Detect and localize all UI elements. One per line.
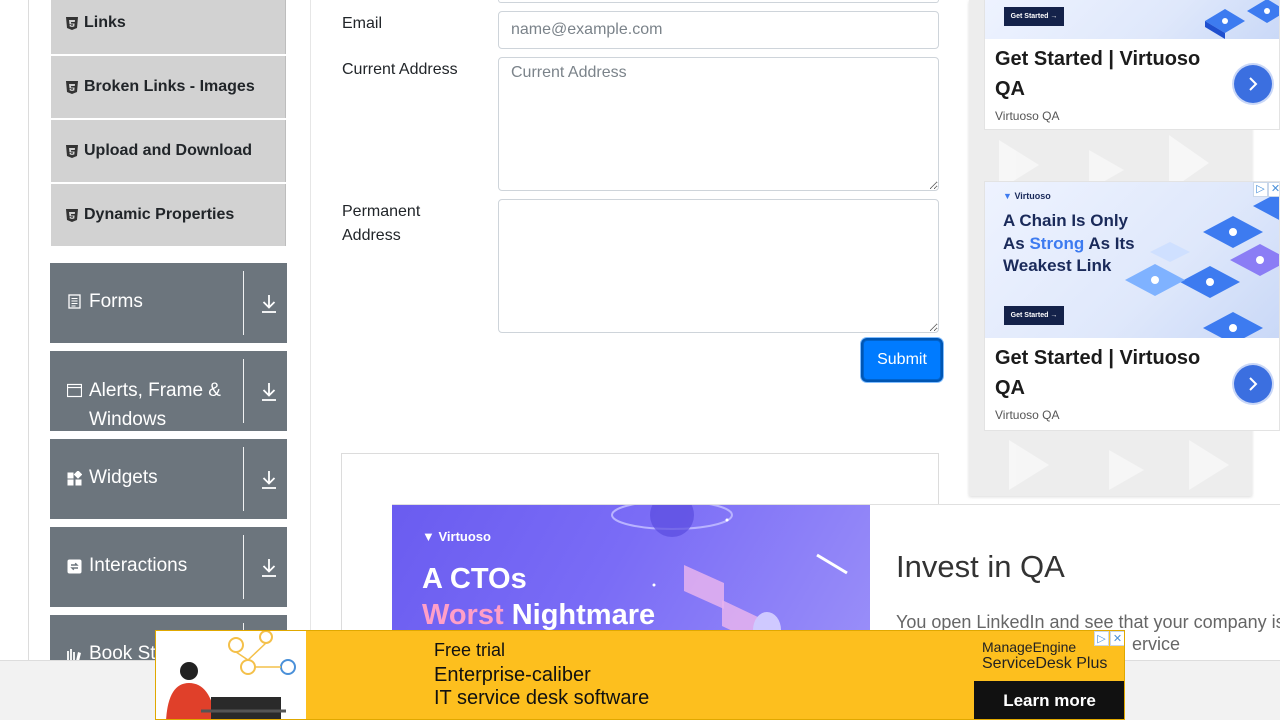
sidebar-group-alerts[interactable]: Alerts, Frame & Windows (50, 351, 287, 431)
download-arrow-icon[interactable] (260, 470, 278, 490)
ad-card-1[interactable]: Get Started → Get Started | Virtuoso QA … (984, 0, 1280, 130)
email-field[interactable] (498, 11, 939, 49)
html5-icon (66, 208, 78, 222)
sidebar-item-label: Broken Links - Images (84, 78, 255, 95)
chevron-right-icon (1249, 77, 1258, 91)
ad-tagline-line1: A Chain Is Only (1003, 211, 1129, 230)
sidebar-group-forms[interactable]: Forms (50, 263, 287, 343)
virtuoso-logo-icon: ▼ (422, 529, 439, 544)
ad-logo-text: Virtuoso (438, 529, 491, 544)
window-icon (67, 383, 82, 398)
group-separator (243, 447, 244, 511)
group-separator (243, 271, 244, 335)
ad-title-line1: A CTOs (422, 563, 527, 595)
bookstore-icon (67, 649, 81, 660)
sidebar-item-links[interactable]: Links (51, 0, 286, 54)
close-ad-icon[interactable]: ✕ (1268, 182, 1279, 197)
widgets-icon (67, 471, 82, 486)
ad-heading: Invest in QA (896, 549, 1065, 584)
ad-line1: Free trial (434, 640, 506, 660)
group-separator (243, 359, 244, 423)
ad-banner-1: Get Started → (985, 0, 1279, 39)
ad-headline[interactable]: Get Started | Virtuoso QA (995, 343, 1215, 403)
person-laptop-illustration (166, 631, 296, 719)
ad-tagline: A Chain Is Only As Strong As Its Weakest… (1003, 210, 1135, 278)
ad-title-line2: Worst Nightmare (422, 599, 655, 632)
document-icon (68, 294, 81, 309)
current-address-label: Current Address (342, 61, 458, 78)
close-ad-icon[interactable]: ✕ (1110, 631, 1124, 646)
html5-icon (66, 80, 78, 94)
download-arrow-icon[interactable] (260, 382, 278, 402)
servicedesk-banner-ad[interactable]: Free trial Enterprise-caliber IT service… (155, 630, 1125, 720)
ad-card-2[interactable]: ▼ Virtuoso A Chain Is Only As Strong As … (984, 181, 1280, 431)
html5-icon (66, 16, 78, 30)
ad-title-accent: Worst (422, 599, 504, 631)
ad-banner-2: ▼ Virtuoso A Chain Is Only As Strong As … (985, 182, 1279, 338)
ad-arrow-button[interactable] (1234, 365, 1272, 403)
sidebar-item-label: Links (84, 14, 126, 31)
ad-title-rest: Nightmare (503, 599, 656, 631)
learn-more-button[interactable]: Learn more (974, 681, 1124, 719)
virtuoso-logo-icon: ▼ (1003, 191, 1012, 201)
submit-button[interactable]: Submit (863, 340, 941, 380)
adchoices-icon[interactable]: ▷ (1253, 182, 1268, 197)
ad-tagline-line2-pre: As (1003, 233, 1030, 253)
permanent-address-label-line1: Permanent (342, 203, 421, 220)
ad-tagline-accent: Strong (1029, 233, 1085, 253)
ad-tagline-line3: Weakest Link (1003, 256, 1112, 275)
group-label: Alerts, Frame & Windows (89, 380, 221, 430)
sidebar-item-broken-links[interactable]: Broken Links - Images (51, 56, 286, 118)
ad-mini-get-started-button[interactable]: Get Started → (1004, 7, 1064, 26)
ad-arrow-button[interactable] (1234, 65, 1272, 103)
current-address-field[interactable] (498, 57, 939, 191)
ad-brand: ▼ Virtuoso (1003, 191, 1051, 201)
sidebar-divider (310, 0, 311, 660)
permanent-address-label-line2: Address (342, 227, 401, 244)
sidebar-group-interactions[interactable]: Interactions (50, 527, 287, 607)
ad-logo: ▼ Virtuoso (422, 529, 491, 544)
sidebar-group-widgets[interactable]: Widgets (50, 439, 287, 519)
group-separator (243, 535, 244, 599)
ad-source: Virtuoso QA (995, 408, 1060, 422)
ad-mini-get-started-button[interactable]: Get Started → (1004, 306, 1064, 325)
previous-field-edge (498, 0, 939, 3)
interactions-icon (67, 559, 82, 574)
email-label: Email (342, 15, 383, 32)
ad-brand-name: Virtuoso (1014, 191, 1051, 201)
download-arrow-icon[interactable] (260, 294, 278, 314)
ad-illustration (156, 631, 306, 719)
sidebar-item-label: Upload and Download (84, 142, 252, 159)
group-label: Forms (89, 291, 143, 312)
sidebar-item-dynamic-properties[interactable]: Dynamic Properties (51, 184, 286, 246)
ad-headline[interactable]: Get Started | Virtuoso QA (995, 44, 1215, 104)
group-label: Widgets (89, 467, 158, 488)
ad-tagline-line2: As Strong As Its (1003, 233, 1135, 256)
group-label: Interactions (89, 555, 188, 576)
sidebar-item-label: Dynamic Properties (84, 206, 235, 223)
ad-tagline-line2-post: As Its (1084, 233, 1135, 253)
sidebar-item-upload-download[interactable]: Upload and Download (51, 120, 286, 182)
download-arrow-icon[interactable] (260, 558, 278, 578)
left-panel-border (28, 0, 29, 660)
permanent-address-field[interactable] (498, 199, 939, 333)
ad-source: Virtuoso QA (995, 109, 1060, 123)
adchoices-icon[interactable]: ▷ (1094, 631, 1109, 646)
ad-line2: Enterprise-caliber (434, 664, 591, 686)
ad-brand-line2: ServiceDesk Plus (982, 655, 1108, 672)
ad-brand-line1: ManageEngine (982, 639, 1077, 655)
chevron-right-icon (1249, 377, 1258, 391)
html5-icon (66, 144, 78, 158)
ad-line3: IT service desk software (434, 687, 650, 709)
